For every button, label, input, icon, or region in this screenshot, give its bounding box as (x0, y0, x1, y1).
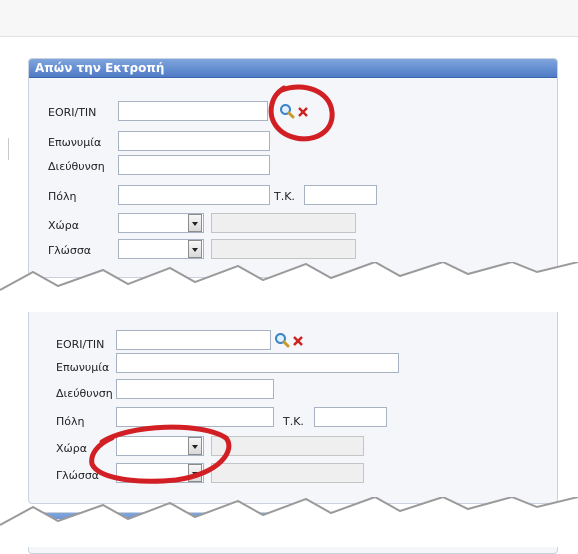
name-input[interactable] (118, 131, 270, 151)
postcode-input[interactable] (304, 185, 377, 205)
address-label: Διεύθυνση (56, 387, 113, 400)
name-input[interactable] (116, 353, 399, 373)
search-icon[interactable] (274, 332, 290, 348)
highlight-ellipse-icon (89, 424, 232, 484)
side-edge (0, 138, 9, 160)
country-name-field (211, 213, 356, 233)
language-label: Γλώσσα (48, 244, 92, 257)
address-input[interactable] (116, 379, 274, 399)
chevron-down-icon[interactable] (188, 240, 202, 258)
city-label: Πόλη (48, 190, 77, 203)
postcode-label: Τ.Κ. (274, 190, 295, 203)
postcode-input[interactable] (314, 407, 387, 427)
city-input[interactable] (118, 185, 270, 205)
eori-input[interactable] (118, 101, 268, 121)
language-name-field (211, 239, 356, 259)
top-toolbar (0, 0, 578, 37)
name-label: Επωνυμία (56, 361, 110, 374)
representative-panel-title: Αντιπρόσωπος (29, 291, 557, 310)
name-label: Επωνυμία (48, 136, 102, 149)
country-label: Χώρα (48, 219, 79, 232)
clear-x-icon[interactable] (292, 335, 304, 347)
highlight-circle-icon (268, 84, 335, 142)
eori-label: EORI/TIN (56, 338, 105, 351)
chevron-down-icon[interactable] (188, 214, 202, 232)
address-input[interactable] (118, 155, 270, 175)
carriers-panel-title: Μεταφορέας ( S0 ) (29, 513, 557, 532)
consignor-panel-title: Απών την Εκτροπή (29, 59, 557, 78)
address-label: Διεύθυνση (48, 160, 105, 173)
carriers-panel: Μεταφορέας ( S0 ) (28, 512, 558, 554)
eori-label: EORI/TIN (48, 106, 97, 119)
eori-input[interactable] (116, 330, 271, 350)
postcode-label: Τ.Κ. (283, 415, 304, 428)
